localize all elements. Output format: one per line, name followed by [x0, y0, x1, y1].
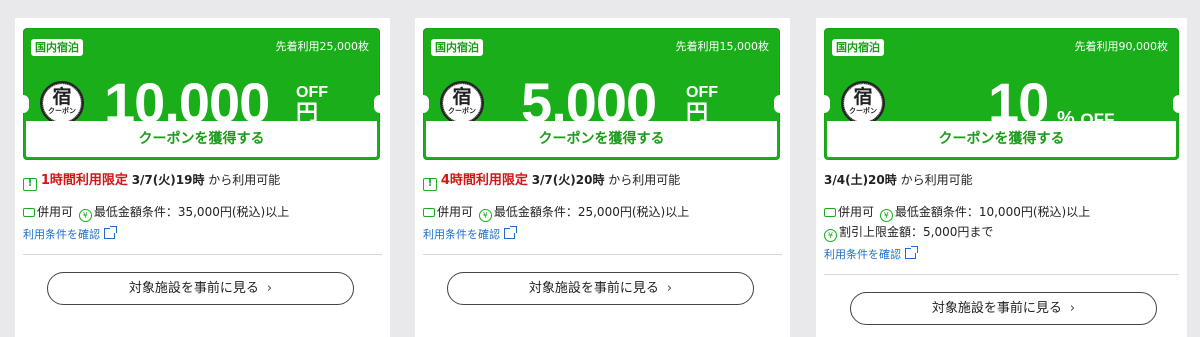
max-discount-row: ¥ 割引上限金額：5,000円まで	[824, 224, 993, 242]
chevron-right-icon: ›	[666, 281, 673, 296]
yen-circle-icon: ¥	[879, 209, 893, 222]
usage-limit: ! 4時間利用限定 3/7(火)20時 から利用可能	[423, 172, 680, 191]
start-time: 3/4(土)20時	[824, 173, 897, 187]
coupon-card-2: 国内宿泊 先着利用15,000枚 宿 クーポン 5,000 OFF 円 クーポン…	[415, 18, 790, 337]
coupon-ticket: 国内宿泊 先着利用15,000枚 宿 クーポン 5,000 OFF 円 クーポン…	[417, 28, 786, 160]
terms-link[interactable]: 利用条件を確認	[23, 226, 117, 242]
category-tag: 国内宿泊	[832, 39, 884, 56]
exclamation-box-icon: !	[23, 178, 37, 191]
terms-link[interactable]: 利用条件を確認	[824, 246, 918, 262]
category-tag: 国内宿泊	[431, 39, 483, 56]
coupon-ticket: 国内宿泊 先着利用25,000枚 宿 クーポン 10,000 OFF 円 クーポ…	[17, 28, 386, 160]
usage-limit: ! 1時間利用限定 3/7(火)19時 から利用可能	[23, 172, 280, 191]
get-coupon-button[interactable]: クーポンを獲得する	[825, 121, 1178, 159]
coupon-ticket: 国内宿泊 先着利用90,000枚 宿 クーポン 10 % OFF クーポンを獲得…	[818, 28, 1185, 160]
see-facilities-button[interactable]: 対象施設を事前に見る ›	[47, 272, 354, 305]
limit-text: 4時間利用限定	[440, 173, 528, 188]
first-come-count: 先着利用15,000枚	[675, 40, 770, 53]
external-link-icon	[504, 226, 517, 239]
max-discount: 割引上限金額：5,000円まで	[839, 225, 994, 239]
usage-limit: 3/4(土)20時 から利用可能	[824, 172, 973, 188]
exclamation-box-icon: !	[423, 178, 437, 191]
yado-coupon-logo: 宿 クーポン	[440, 81, 484, 125]
yado-coupon-logo: 宿 クーポン	[40, 81, 84, 125]
condition-row: 併用可 ¥ 最低金額条件：35,000円(税込)以上	[23, 204, 289, 222]
divider	[23, 254, 382, 255]
divider	[824, 274, 1179, 275]
start-time: 3/7(火)19時	[131, 173, 205, 187]
chevron-right-icon: ›	[266, 281, 273, 296]
see-facilities-button[interactable]: 対象施設を事前に見る ›	[850, 292, 1157, 325]
terms-link[interactable]: 利用条件を確認	[423, 226, 517, 242]
coupon-card-1: 国内宿泊 先着利用25,000枚 宿 クーポン 10,000 OFF 円 クーポ…	[15, 18, 390, 337]
min-condition: 最低金額条件：10,000円(税込)以上	[894, 205, 1091, 219]
external-link-icon	[905, 246, 918, 259]
get-coupon-button[interactable]: クーポンを獲得する	[424, 121, 779, 159]
min-condition: 最低金額条件：35,000円(税込)以上	[93, 205, 290, 219]
combinable-label: 併用可	[838, 205, 875, 219]
get-coupon-button[interactable]: クーポンを獲得する	[24, 121, 379, 159]
combinable-label: 併用可	[37, 205, 74, 219]
chevron-right-icon: ›	[1069, 301, 1076, 316]
condition-row: 併用可 ¥ 最低金額条件：10,000円(税込)以上	[824, 204, 1090, 222]
category-tag: 国内宿泊	[31, 39, 83, 56]
available-from: から利用可能	[900, 173, 973, 187]
min-condition: 最低金額条件：25,000円(税込)以上	[493, 205, 690, 219]
limit-text: 1時間利用限定	[40, 173, 128, 188]
start-time: 3/7(火)20時	[531, 173, 605, 187]
external-link-icon	[104, 226, 117, 239]
discount-unit: OFF 円	[296, 84, 328, 125]
ticket-icon	[23, 208, 35, 217]
available-from: から利用可能	[608, 173, 681, 187]
divider	[423, 254, 782, 255]
first-come-count: 先着利用90,000枚	[1074, 40, 1169, 53]
ticket-icon	[423, 208, 435, 217]
combinable-label: 併用可	[437, 205, 474, 219]
first-come-count: 先着利用25,000枚	[275, 40, 370, 53]
coupon-card-3: 国内宿泊 先着利用90,000枚 宿 クーポン 10 % OFF クーポンを獲得…	[816, 18, 1187, 337]
see-facilities-button[interactable]: 対象施設を事前に見る ›	[447, 272, 754, 305]
yen-circle-icon: ¥	[478, 209, 492, 222]
condition-row: 併用可 ¥ 最低金額条件：25,000円(税込)以上	[423, 204, 689, 222]
available-from: から利用可能	[208, 173, 281, 187]
yado-coupon-logo: 宿 クーポン	[841, 81, 885, 125]
yen-circle-icon: ¥	[78, 209, 92, 222]
discount-unit: OFF 円	[686, 84, 718, 125]
yen-circle-icon: ¥	[824, 229, 837, 242]
ticket-icon	[824, 208, 836, 217]
